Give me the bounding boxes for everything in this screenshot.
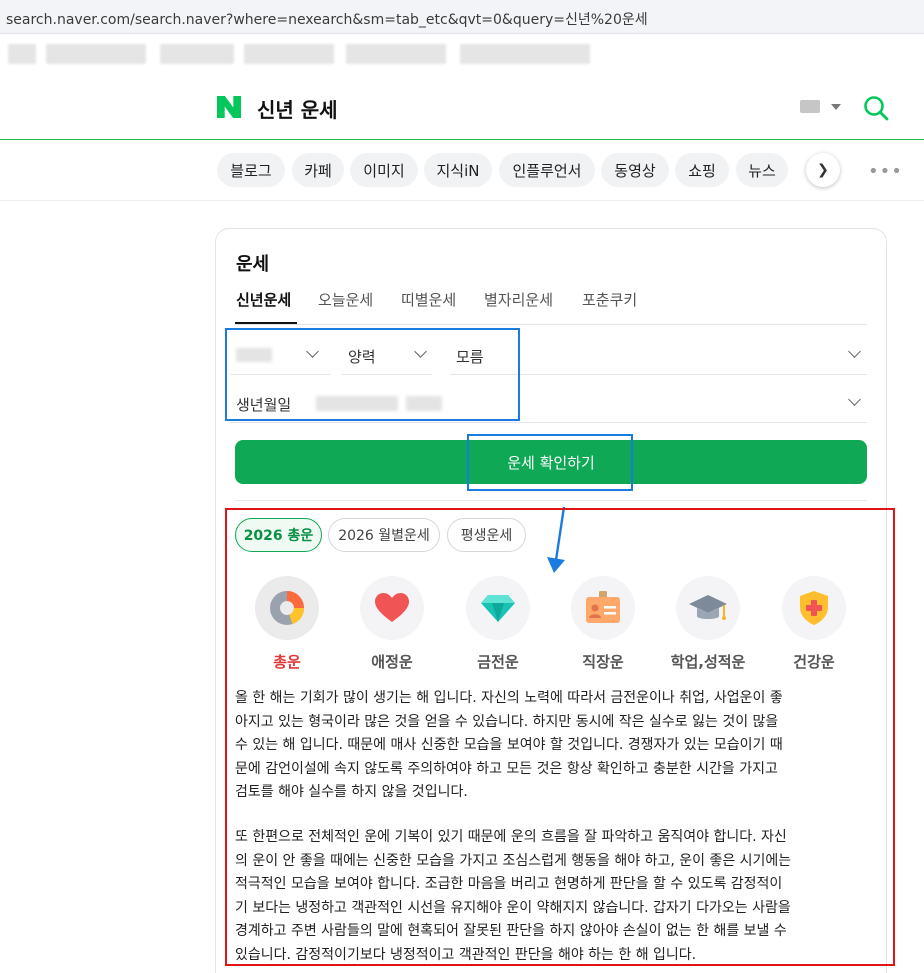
tab-shopping[interactable]: 쇼핑 <box>675 153 729 187</box>
blurred-bookmark[interactable] <box>46 44 146 64</box>
chevron-down-icon <box>848 393 861 406</box>
address-bar[interactable]: search.naver.com/search.naver?where=nexe… <box>0 0 924 34</box>
caret-down-icon[interactable] <box>831 104 841 110</box>
tab-image[interactable]: 이미지 <box>350 153 418 187</box>
tab-new-year-fortune[interactable]: 신년운세 <box>236 289 291 310</box>
tab-today-fortune[interactable]: 오늘운세 <box>318 289 373 310</box>
card-title: 운세 <box>236 254 270 275</box>
highlight-box-result <box>225 508 895 966</box>
tab-video[interactable]: 동영상 <box>601 153 669 187</box>
blurred-bookmark[interactable] <box>346 44 446 64</box>
highlight-box-inputs <box>225 328 520 421</box>
tab-cafe[interactable]: 카페 <box>292 153 344 187</box>
blurred-bookmark[interactable] <box>8 44 36 64</box>
search-icon[interactable] <box>862 94 890 122</box>
tab-fortune-cookie[interactable]: 포춘쿠키 <box>582 289 637 310</box>
blurred-bookmark[interactable] <box>160 44 234 64</box>
bookmarks-bar <box>0 34 924 74</box>
chevron-down-icon <box>848 345 861 358</box>
search-query-title[interactable]: 신년 운세 <box>257 94 338 123</box>
keyboard-icon[interactable] <box>800 100 820 113</box>
url-text[interactable]: search.naver.com/search.naver?where=nexe… <box>6 9 648 29</box>
tab-news[interactable]: 뉴스 <box>736 153 788 187</box>
blurred-bookmark[interactable] <box>244 44 334 64</box>
tab-influencer[interactable]: 인플루언서 <box>499 153 595 187</box>
tab-kin[interactable]: 지식iN <box>424 153 492 187</box>
blurred-bookmark[interactable] <box>460 44 590 64</box>
chevron-right-icon[interactable]: ❯ <box>806 153 840 187</box>
site-header: 신년 운세 <box>0 74 924 140</box>
tab-zodiac-animal-fortune[interactable]: 띠별운세 <box>401 289 456 310</box>
more-dots-icon[interactable]: ••• <box>868 161 903 182</box>
tab-divider <box>235 324 867 325</box>
search-tabs: 블로그 카페 이미지 지식iN 인플루언서 동영상 쇼핑 뉴스 ❯ ••• <box>0 141 924 201</box>
tab-star-sign-fortune[interactable]: 별자리운세 <box>484 289 553 310</box>
active-tab-indicator <box>235 322 297 324</box>
section-divider <box>235 500 867 501</box>
highlight-box-button <box>467 434 633 491</box>
tab-blog[interactable]: 블로그 <box>217 153 285 187</box>
naver-n-logo-icon[interactable] <box>217 96 241 118</box>
